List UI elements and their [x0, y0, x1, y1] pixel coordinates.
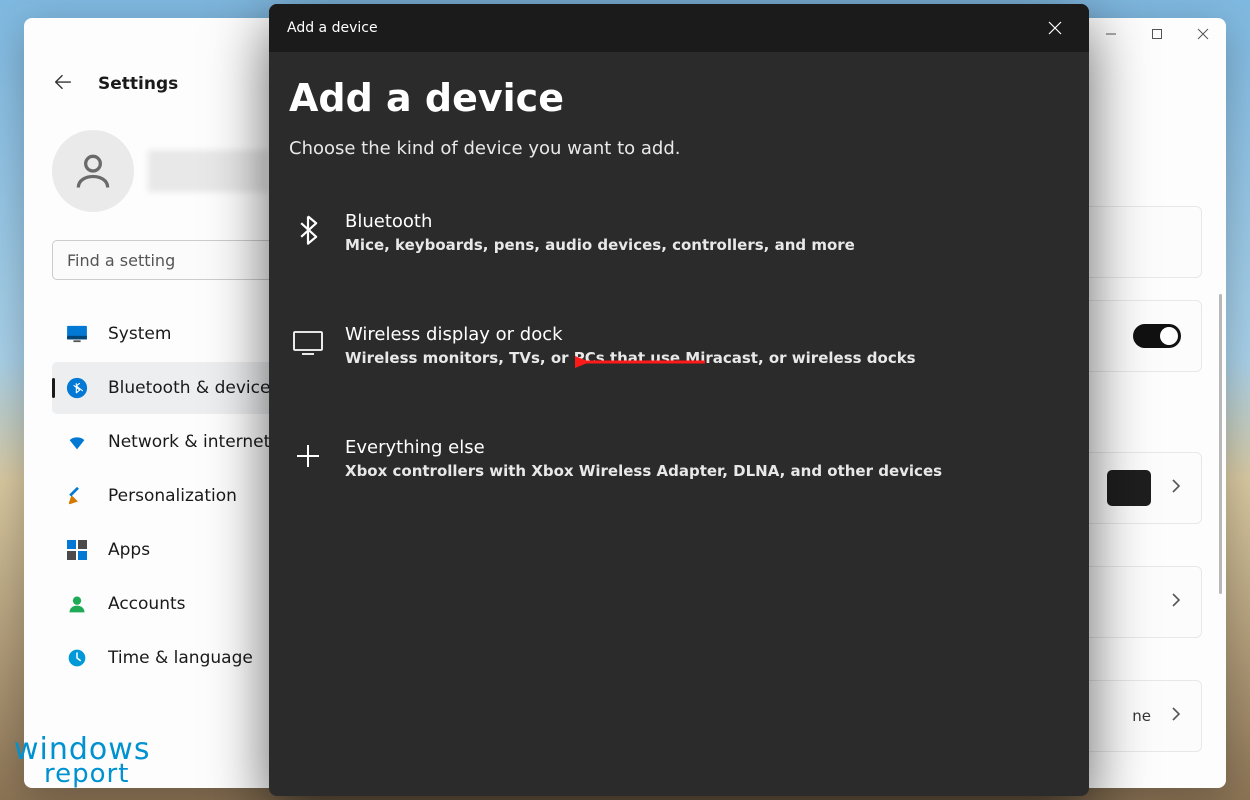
app-title: Settings — [98, 74, 178, 94]
close-button[interactable] — [1180, 18, 1226, 50]
option-description: Mice, keyboards, pens, audio devices, co… — [345, 236, 1065, 254]
chevron-right-icon — [1171, 706, 1181, 726]
setting-value: ne — [1132, 707, 1151, 725]
dialog-subheading: Choose the kind of device you want to ad… — [289, 138, 1069, 159]
add-device-dialog: Add a device Add a device Choose the kin… — [269, 4, 1089, 796]
chevron-right-icon — [1171, 592, 1181, 612]
system-icon — [66, 323, 88, 345]
nav-label: Network & internet — [108, 432, 270, 452]
option-bluetooth[interactable]: Bluetooth Mice, keyboards, pens, audio d… — [289, 193, 1069, 272]
option-everything-else[interactable]: Everything else Xbox controllers with Xb… — [289, 419, 1069, 498]
time-language-icon — [66, 647, 88, 669]
toggle-switch[interactable] — [1133, 324, 1181, 348]
apps-icon — [66, 539, 88, 561]
nav-label: Time & language — [108, 648, 253, 668]
option-description: Wireless monitors, TVs, or PCs that use … — [345, 349, 1065, 367]
dialog-heading: Add a device — [289, 76, 1069, 120]
display-icon — [293, 328, 323, 358]
dialog-close-button[interactable] — [1035, 8, 1075, 48]
personalization-icon — [66, 485, 88, 507]
nav-label: Bluetooth & devices — [108, 378, 279, 398]
vertical-scrollbar[interactable] — [1219, 294, 1222, 594]
option-title: Wireless display or dock — [345, 324, 1065, 345]
watermark: windows report — [14, 736, 150, 786]
bluetooth-icon — [66, 377, 88, 399]
nav-label: Personalization — [108, 486, 237, 506]
nav-label: Accounts — [108, 594, 186, 614]
search-placeholder: Find a setting — [67, 251, 175, 270]
back-button[interactable] — [52, 71, 74, 97]
chevron-right-icon — [1171, 478, 1181, 498]
option-title: Bluetooth — [345, 211, 1065, 232]
option-wireless-display[interactable]: Wireless display or dock Wireless monito… — [289, 306, 1069, 385]
maximize-button[interactable] — [1134, 18, 1180, 50]
option-title: Everything else — [345, 437, 1065, 458]
avatar — [52, 130, 134, 212]
wifi-icon — [66, 431, 88, 453]
dialog-titlebar: Add a device — [269, 4, 1089, 52]
option-description: Xbox controllers with Xbox Wireless Adap… — [345, 462, 1065, 480]
profile-name-redacted — [148, 150, 268, 192]
minimize-button[interactable] — [1088, 18, 1134, 50]
plus-icon — [293, 441, 323, 471]
dialog-window-title: Add a device — [287, 20, 378, 36]
nav-label: Apps — [108, 540, 150, 560]
nav-label: System — [108, 324, 171, 344]
setting-thumbnail — [1107, 470, 1151, 506]
accounts-icon — [66, 593, 88, 615]
bluetooth-icon — [293, 215, 323, 245]
